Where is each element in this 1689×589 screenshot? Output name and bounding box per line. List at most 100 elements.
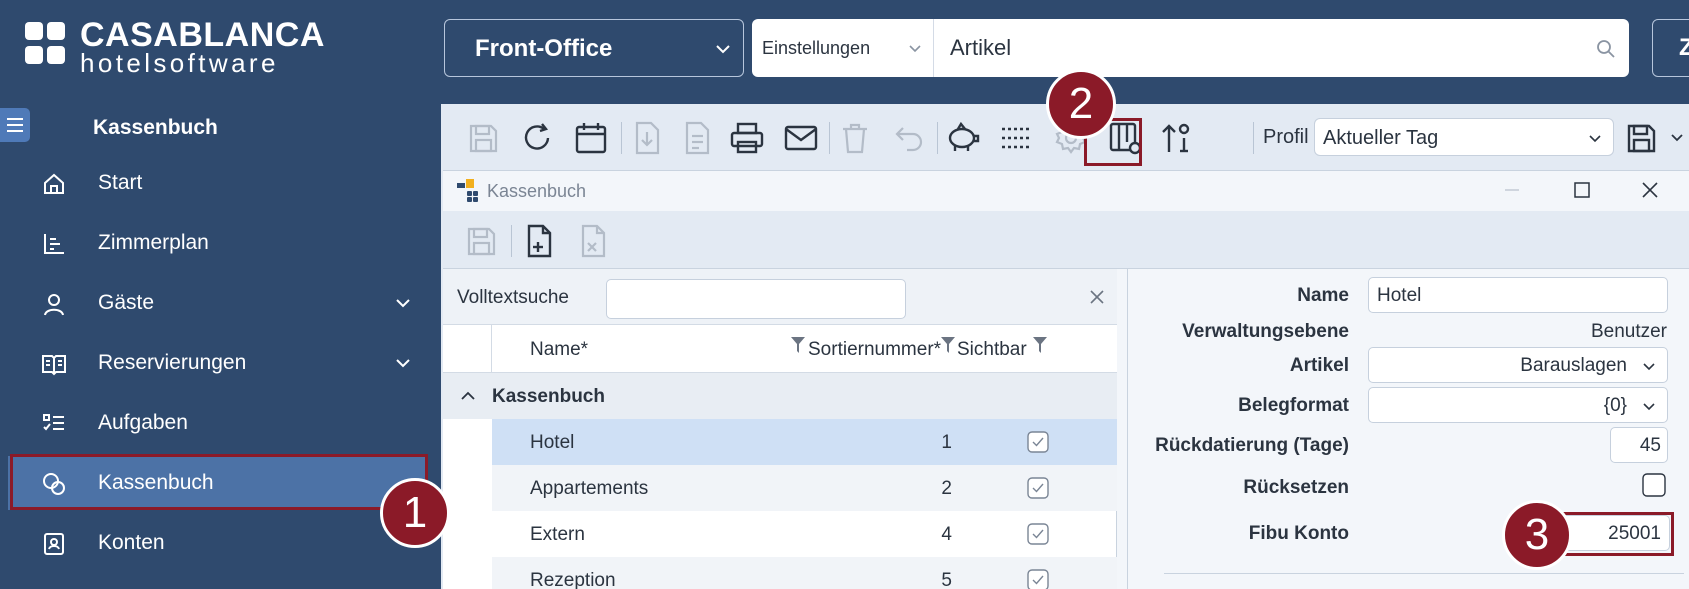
chevron-down-icon[interactable] xyxy=(394,294,412,312)
row-sort: 2 xyxy=(941,478,952,499)
search-input[interactable]: Artikel xyxy=(950,35,1011,61)
sidebar-item-reservierungen[interactable]: Reservierungen xyxy=(8,336,428,390)
kassenbuch-list: Volltextsuche Name* Sortiernummer* Sicht… xyxy=(443,269,1117,589)
row-name: Extern xyxy=(530,524,585,545)
visible-checkbox[interactable] xyxy=(1027,569,1049,589)
callout-badge-3: 3 xyxy=(1502,500,1572,570)
clear-icon[interactable] xyxy=(1089,289,1105,305)
column-header-visible[interactable]: Sichtbar xyxy=(957,339,1027,361)
visible-checkbox[interactable] xyxy=(1027,523,1049,545)
chart-icon xyxy=(41,231,67,257)
article-label: Artikel xyxy=(1289,355,1349,376)
table-row[interactable]: Extern 4 xyxy=(492,511,1117,557)
level-label: Verwaltungsebene xyxy=(1182,321,1349,342)
app-icon xyxy=(457,179,479,203)
search-category-value: Einstellungen xyxy=(762,38,871,58)
save-icon[interactable] xyxy=(463,118,503,158)
undo-icon[interactable] xyxy=(889,118,929,158)
chevron-down-icon xyxy=(1641,358,1657,374)
sidebar-item-label: Zimmerplan xyxy=(98,231,209,254)
row-name: Appartements xyxy=(530,478,649,499)
list-icon[interactable] xyxy=(997,118,1037,158)
chevron-down-icon xyxy=(907,40,923,56)
export-icon[interactable] xyxy=(627,118,667,158)
divider xyxy=(1164,573,1684,574)
backdate-field[interactable]: 45 xyxy=(1610,427,1668,463)
callout-badge-1: 1 xyxy=(380,478,450,548)
global-search: Einstellungen Artikel xyxy=(752,19,1629,77)
chevron-down-icon xyxy=(1641,398,1657,414)
column-header-name[interactable]: Name* xyxy=(530,339,588,361)
chevron-down-icon[interactable] xyxy=(1667,118,1687,158)
sidebar: CASABLANCA hotelsoftware Kassenbuch Star… xyxy=(0,0,441,589)
window-toolbar xyxy=(443,211,1689,269)
chevron-up-icon[interactable] xyxy=(459,387,477,405)
delete-document-icon[interactable] xyxy=(573,221,613,261)
filter-icon[interactable] xyxy=(1033,337,1047,355)
fulltext-search-row: Volltextsuche xyxy=(443,269,1117,325)
user-icon xyxy=(41,291,67,317)
name-label: Name xyxy=(1297,285,1349,306)
name-field[interactable]: Hotel xyxy=(1368,277,1668,313)
table-row[interactable]: Appartements 2 xyxy=(492,465,1117,511)
grid-header: Name* Sortiernummer* Sichtbar xyxy=(443,325,1117,373)
backdate-label: Rückdatierung (Tage) xyxy=(1155,435,1349,456)
table-row[interactable]: Rezeption 5 xyxy=(492,557,1117,589)
module-select[interactable]: Front-Office xyxy=(444,19,744,77)
sidebar-item-label: Konten xyxy=(98,531,165,554)
reset-checkbox[interactable] xyxy=(1642,473,1666,497)
filter-icon[interactable] xyxy=(941,337,955,355)
column-header-sort[interactable]: Sortiernummer* xyxy=(808,339,941,361)
piggy-bank-icon[interactable] xyxy=(943,118,983,158)
group-row[interactable]: Kassenbuch xyxy=(443,373,1117,419)
header-extra-button[interactable]: Z xyxy=(1652,19,1689,77)
highlight-box-1 xyxy=(10,454,428,510)
visible-checkbox[interactable] xyxy=(1027,477,1049,499)
profile-label: Profil xyxy=(1263,126,1309,148)
sort-icon[interactable] xyxy=(1157,118,1197,158)
close-icon[interactable] xyxy=(1639,179,1661,201)
menu-toggle-button[interactable] xyxy=(0,108,30,142)
sidebar-item-aufgaben[interactable]: Aufgaben xyxy=(8,396,428,450)
reset-label: Rücksetzen xyxy=(1243,477,1349,498)
profile-select[interactable]: Aktueller Tag xyxy=(1314,118,1614,156)
row-sort: 1 xyxy=(941,432,952,453)
window-title: Kassenbuch xyxy=(487,181,587,201)
sidebar-heading: Kassenbuch xyxy=(93,116,218,139)
sidebar-item-label: Aufgaben xyxy=(98,411,188,434)
sidebar-item-konten[interactable]: Konten xyxy=(8,516,428,570)
chevron-down-icon xyxy=(1587,130,1603,146)
table-row[interactable]: Hotel 1 xyxy=(492,419,1117,465)
sidebar-item-label: Reservierungen xyxy=(98,351,247,374)
format-select[interactable]: {0} xyxy=(1368,387,1668,423)
group-label: Kassenbuch xyxy=(492,386,605,407)
header-extra-button-text: Z xyxy=(1679,34,1689,61)
document-icon[interactable] xyxy=(677,118,717,158)
fulltext-search-input[interactable] xyxy=(606,279,906,319)
logo-icon xyxy=(25,22,67,72)
filter-icon[interactable] xyxy=(791,337,805,355)
sidebar-item-zimmerplan[interactable]: Zimmerplan xyxy=(8,216,428,270)
print-icon[interactable] xyxy=(727,118,767,158)
article-select[interactable]: Barauslagen xyxy=(1368,347,1668,383)
fibu-label: Fibu Konto xyxy=(1248,523,1349,544)
task-list-icon xyxy=(41,411,67,437)
backdate-value: 45 xyxy=(1639,435,1661,456)
sidebar-item-start[interactable]: Start xyxy=(8,156,428,210)
profile-save-icon[interactable] xyxy=(1621,118,1661,158)
minimize-icon[interactable] xyxy=(1501,179,1523,201)
save-icon[interactable] xyxy=(461,221,501,261)
search-icon[interactable] xyxy=(1595,38,1617,60)
sidebar-item-label: Start xyxy=(98,171,143,194)
chevron-down-icon[interactable] xyxy=(394,354,412,372)
visible-checkbox[interactable] xyxy=(1027,431,1049,453)
sidebar-item-gaeste[interactable]: Gäste xyxy=(8,276,428,330)
search-category-select[interactable]: Einstellungen xyxy=(752,19,934,77)
refresh-icon[interactable] xyxy=(517,118,557,158)
maximize-icon[interactable] xyxy=(1571,179,1593,201)
calendar-icon[interactable] xyxy=(571,118,611,158)
delete-icon[interactable] xyxy=(835,118,875,158)
format-select-value: {0} xyxy=(1603,395,1627,416)
new-document-icon[interactable] xyxy=(519,221,559,261)
mail-icon[interactable] xyxy=(781,118,821,158)
